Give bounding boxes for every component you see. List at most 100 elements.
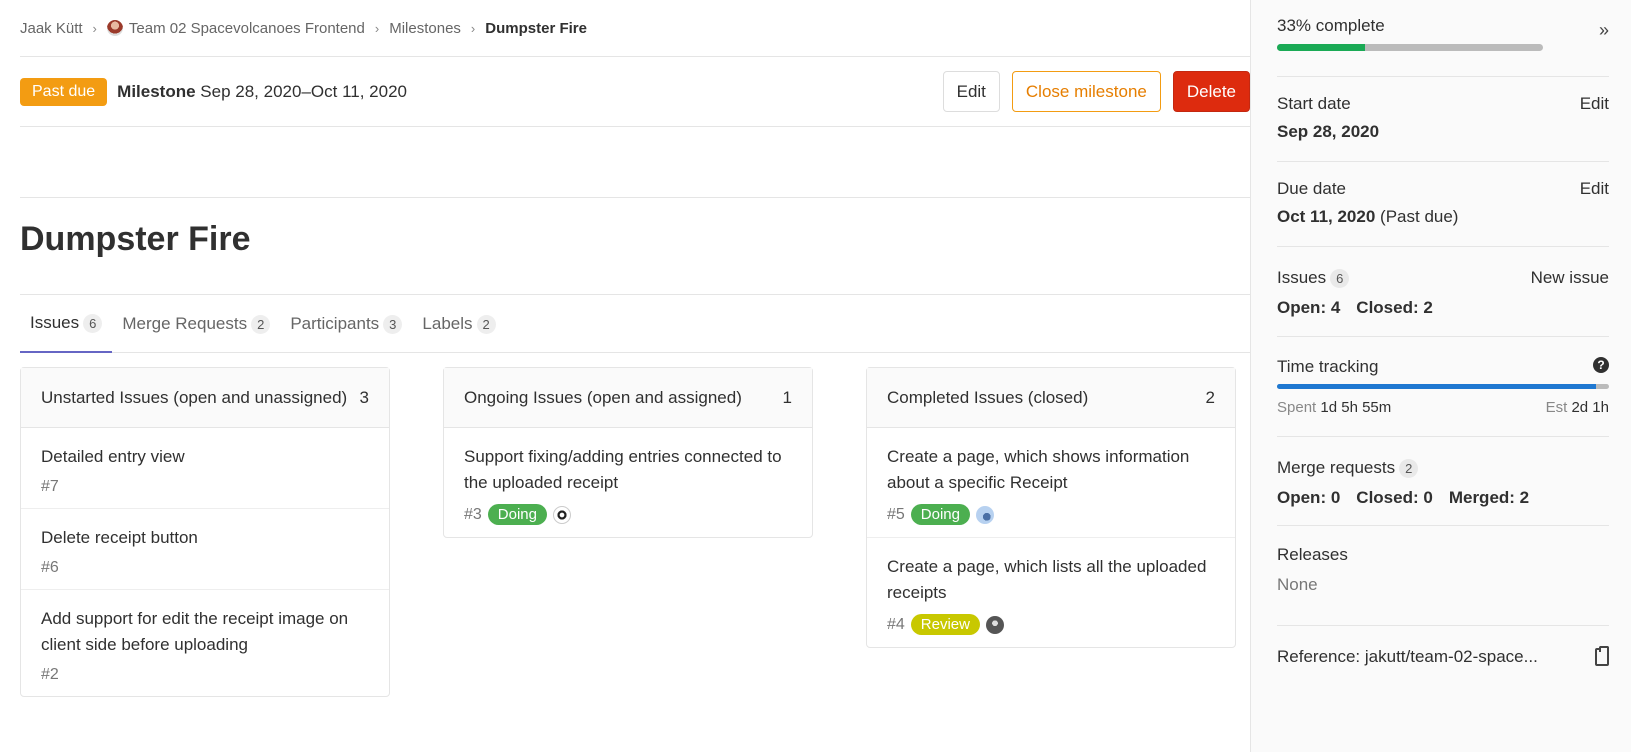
edit-due-date-link[interactable]: Edit [1580, 179, 1609, 199]
due-date-label: Due date [1277, 179, 1346, 198]
board-count: 3 [359, 387, 369, 407]
reference-text: Reference: jakutt/team-02-space... [1277, 647, 1538, 666]
tab-label: Labels [422, 314, 473, 333]
issue-title-link[interactable]: Support fixing/adding entries connected … [464, 444, 792, 496]
mr-merged[interactable]: Merged: 2 [1449, 488, 1529, 507]
mr-label: Merge requests [1277, 458, 1396, 477]
tab-participants[interactable]: Participants 3 [280, 295, 412, 353]
chevron-right-icon: › [92, 20, 97, 36]
progress-section: 33% complete » [1277, 0, 1609, 77]
tab-count: 2 [251, 314, 271, 334]
board-title: Unstarted Issues (open and unassigned) [41, 387, 348, 407]
tab-count: 6 [83, 313, 103, 333]
edit-start-date-link[interactable]: Edit [1580, 94, 1609, 114]
close-milestone-button[interactable]: Close milestone [1011, 71, 1161, 112]
collapse-sidebar-icon[interactable]: » [1599, 20, 1609, 41]
assignee-avatar[interactable] [985, 615, 1004, 634]
issue-meta: #2 [41, 666, 369, 684]
tab-label: Issues [30, 313, 80, 332]
issues-open[interactable]: Open: 4 [1277, 298, 1340, 317]
board-count: 2 [1205, 387, 1215, 407]
board-count: 1 [782, 387, 792, 407]
tab-labels[interactable]: Labels 2 [412, 295, 505, 353]
page-title: Dumpster Fire [20, 198, 1250, 295]
board-unstarted: Unstarted Issues (open and unassigned) 3… [20, 367, 390, 697]
milestone-dates: Milestone Sep 28, 2020–Oct 11, 2020 [117, 82, 407, 102]
issue-ref: #6 [41, 559, 59, 576]
board-completed: Completed Issues (closed) 2 Create a pag… [866, 367, 1236, 648]
issue-ref: #5 [887, 505, 905, 523]
est-value: 2d 1h [1571, 399, 1609, 416]
reference-section: Reference: jakutt/team-02-space... [1277, 626, 1609, 667]
spent-value: 1d 5h 55m [1320, 399, 1392, 416]
due-date: Oct 11, 2020 (Past due) [1277, 207, 1609, 227]
edit-button[interactable]: Edit [942, 71, 1000, 112]
milestone-date-range: Sep 28, 2020–Oct 11, 2020 [200, 81, 407, 101]
mr-count: 2 [1399, 459, 1419, 478]
spent-label: Spent [1277, 399, 1317, 416]
issue-card: Create a page, which lists all the uploa… [867, 538, 1235, 647]
start-date-value: Sep 28, 2020 [1277, 122, 1380, 141]
issues-closed[interactable]: Closed: 2 [1356, 298, 1433, 317]
breadcrumb-user[interactable]: Jaak Kütt [20, 20, 83, 37]
time-tracking-section: Time tracking? Spent 1d 5h 55m Est 2d 1h [1277, 337, 1609, 437]
main-content: Jaak Kütt › Team 02 Spacevolcanoes Front… [20, 0, 1250, 752]
breadcrumb: Jaak Kütt › Team 02 Spacevolcanoes Front… [20, 0, 1250, 57]
tab-label: Merge Requests [122, 314, 248, 333]
issues-label: Issues [1277, 268, 1327, 287]
progress-text: 33% complete [1277, 16, 1385, 35]
breadcrumb-current[interactable]: Dumpster Fire [485, 20, 587, 37]
issue-ref: #3 [464, 505, 482, 523]
due-date-value: Oct 11, 2020 [1277, 207, 1376, 226]
issue-card: Support fixing/adding entries connected … [444, 428, 812, 537]
issue-title-link[interactable]: Detailed entry view [41, 444, 369, 470]
milestone-label: Milestone [117, 81, 196, 101]
tab-label: Participants [290, 314, 380, 333]
issue-ref: #4 [887, 615, 905, 633]
issue-title-link[interactable]: Create a page, which shows information a… [887, 444, 1215, 496]
right-sidebar: 33% complete » Start date Edit Sep 28, 20… [1250, 0, 1631, 752]
issues-section: Issues 6 New issue Open: 4 Closed: 2 [1277, 247, 1609, 337]
delete-button[interactable]: Delete [1172, 71, 1250, 112]
board-header: Completed Issues (closed) 2 [867, 368, 1235, 428]
board-title: Ongoing Issues (open and assigned) [464, 387, 742, 407]
issue-card: Delete receipt button #6 [21, 509, 389, 590]
label-review[interactable]: Review [910, 614, 980, 635]
issue-title-link[interactable]: Delete receipt button [41, 525, 369, 551]
issue-title-link[interactable]: Add support for edit the receipt image o… [41, 606, 369, 658]
mr-open[interactable]: Open: 0 [1277, 488, 1340, 507]
assignee-avatar[interactable] [553, 505, 571, 524]
time-progress-bar [1277, 384, 1609, 389]
mr-closed[interactable]: Closed: 0 [1356, 488, 1433, 507]
time-progress-fill [1277, 384, 1596, 389]
board-header: Ongoing Issues (open and assigned) 1 [444, 368, 812, 428]
releases-value: None [1277, 575, 1318, 594]
issue-ref: #2 [41, 666, 59, 683]
breadcrumb-milestones[interactable]: Milestones [389, 20, 461, 37]
issue-title-link[interactable]: Create a page, which lists all the uploa… [887, 554, 1215, 606]
tab-count: 2 [476, 314, 496, 334]
releases-section: Releases None [1277, 526, 1609, 626]
status-badge: Past due [20, 77, 108, 106]
label-doing[interactable]: Doing [487, 504, 547, 525]
board-ongoing: Ongoing Issues (open and assigned) 1 Sup… [443, 367, 813, 538]
breadcrumb-project[interactable]: Team 02 Spacevolcanoes Frontend [129, 20, 365, 37]
clipboard-icon[interactable] [1595, 646, 1609, 666]
merge-requests-section: Merge requests 2 Open: 0 Closed: 0 Merged: … [1277, 437, 1609, 526]
due-date-status: (Past due) [1380, 207, 1459, 226]
assignee-avatar[interactable] [976, 505, 994, 524]
tab-merge-requests[interactable]: Merge Requests 2 [112, 295, 280, 353]
project-avatar [106, 20, 123, 36]
issue-meta: #6 [41, 559, 369, 577]
progress-fill [1277, 44, 1365, 51]
new-issue-link[interactable]: New issue [1531, 268, 1609, 288]
releases-label: Releases [1277, 545, 1348, 564]
start-date-section: Start date Edit Sep 28, 2020 [1277, 77, 1609, 162]
time-tracking-label: Time tracking [1277, 357, 1379, 376]
issue-card: Create a page, which shows information a… [867, 428, 1235, 538]
board-header: Unstarted Issues (open and unassigned) 3 [21, 368, 389, 428]
label-doing[interactable]: Doing [910, 504, 970, 525]
help-icon[interactable]: ? [1593, 357, 1609, 373]
milestone-header: Past due Milestone Sep 28, 2020–Oct 11, … [20, 57, 1250, 127]
tab-issues[interactable]: Issues 6 [20, 295, 113, 353]
